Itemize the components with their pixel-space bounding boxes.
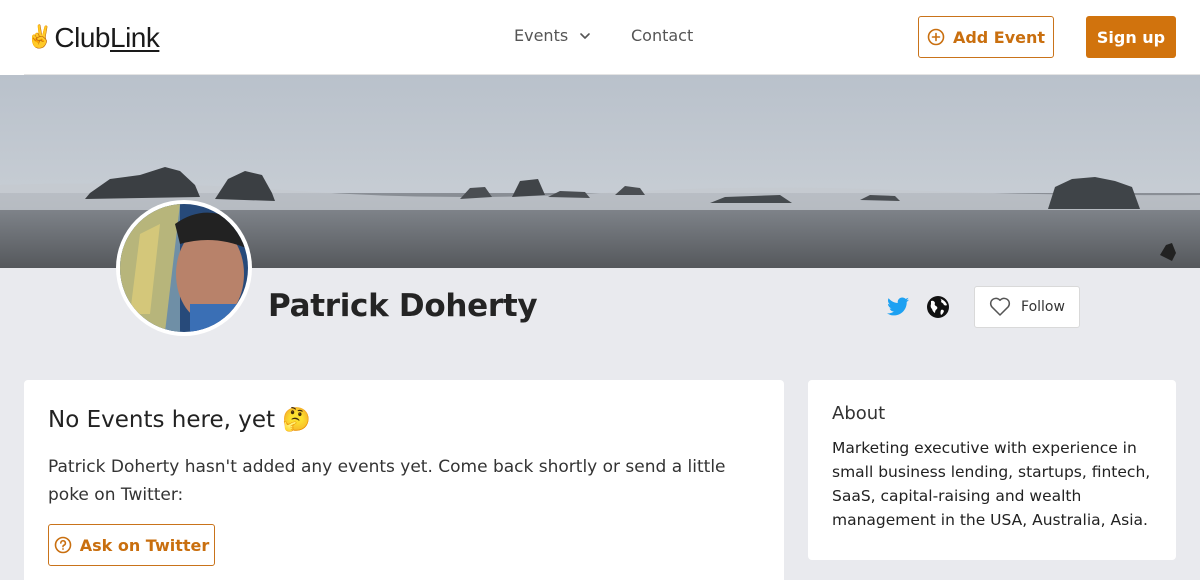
logo-text: ClubLink bbox=[54, 22, 160, 53]
globe-icon[interactable] bbox=[926, 295, 950, 319]
profile-avatar bbox=[116, 200, 252, 336]
ask-on-twitter-button[interactable]: Ask on Twitter bbox=[48, 524, 215, 566]
heart-icon bbox=[989, 297, 1011, 316]
add-event-button[interactable]: Add Event bbox=[918, 16, 1054, 58]
question-circle-icon bbox=[54, 536, 72, 554]
clublink-logo[interactable]: ✌️ ClubLink bbox=[26, 20, 160, 56]
add-event-label: Add Event bbox=[952, 27, 1046, 47]
victory-hand-icon: ✌️ bbox=[26, 25, 54, 50]
empty-events-text: Patrick Doherty hasn't added any events … bbox=[48, 457, 726, 505]
sign-up-button[interactable]: Sign up bbox=[1086, 16, 1176, 58]
top-header: ✌️ ClubLink Events Contact Add Event Sig… bbox=[0, 0, 1200, 75]
nav-contact-link[interactable]: Contact bbox=[631, 26, 693, 45]
plus-circle-icon bbox=[927, 28, 945, 46]
twitter-icon[interactable] bbox=[886, 295, 910, 319]
ask-on-twitter-label: Ask on Twitter bbox=[79, 535, 210, 555]
empty-events-title: No Events here, yet 🤔 bbox=[48, 407, 311, 433]
follow-button[interactable]: Follow bbox=[974, 286, 1080, 328]
chevron-down-icon bbox=[580, 32, 590, 39]
follow-label: Follow bbox=[1021, 299, 1065, 315]
nav-events-label: Events bbox=[514, 26, 569, 45]
about-title: About bbox=[832, 403, 886, 424]
profile-name: Patrick Doherty bbox=[268, 288, 538, 324]
about-text: Marketing executive with experience in s… bbox=[832, 439, 1151, 529]
nav-events-dropdown[interactable]: Events bbox=[514, 26, 592, 45]
